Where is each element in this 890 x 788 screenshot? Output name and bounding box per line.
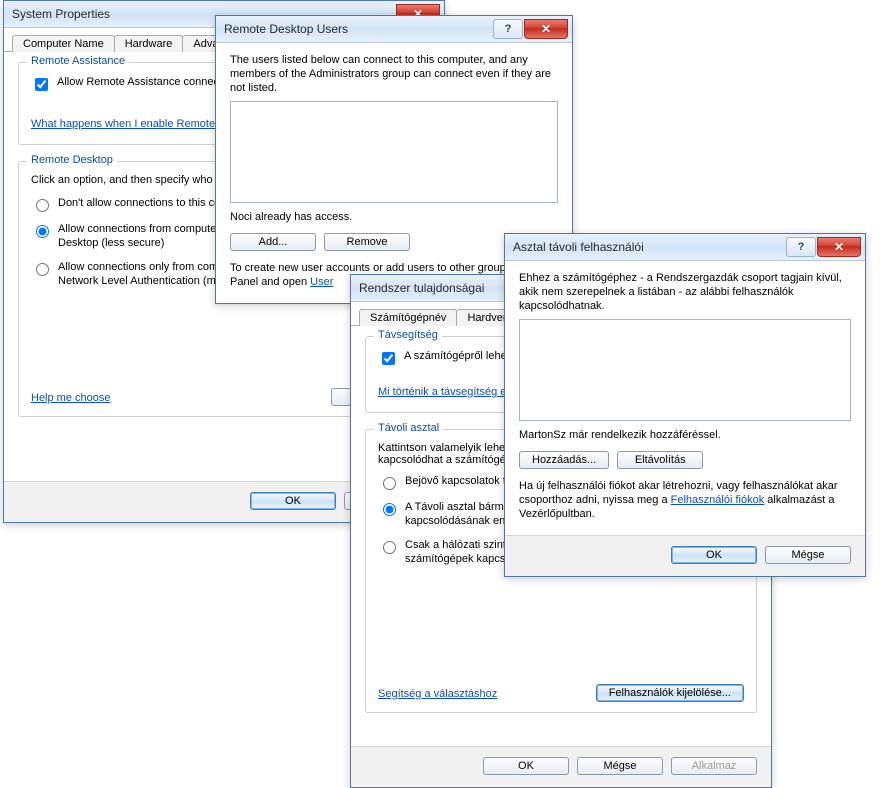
dialog-footer: OK Mégse Alkalmaz (351, 746, 771, 787)
megse-button[interactable]: Mégse (577, 757, 663, 775)
radio-allow-more-secure[interactable] (36, 263, 49, 276)
radio-bejovo-tiltas[interactable] (383, 477, 396, 490)
close-icon: ✕ (834, 240, 844, 254)
user-accounts-link[interactable]: User (310, 276, 333, 288)
radio-dont-allow[interactable] (36, 199, 49, 212)
user-listbox[interactable] (519, 319, 851, 421)
radio-biztonsagosabb[interactable] (383, 541, 396, 554)
remove-button[interactable]: Remove (324, 233, 410, 251)
alkalmaz-button[interactable]: Alkalmaz (671, 757, 757, 775)
ok-button[interactable]: OK (250, 492, 336, 510)
ok-button[interactable]: OK (671, 546, 757, 564)
tavsegitseg-checkbox[interactable] (382, 352, 395, 365)
group-legend: Remote Assistance (27, 55, 129, 67)
titlebar[interactable]: Remote Desktop Users ? ✕ (216, 16, 572, 43)
user-listbox[interactable] (230, 101, 558, 203)
close-button[interactable]: ✕ (817, 237, 861, 257)
help-button[interactable]: ? (786, 237, 816, 257)
allow-remote-assistance-checkbox[interactable] (35, 78, 48, 91)
window-title: Asztal távoli felhasználói (513, 240, 785, 254)
access-text: MartonSz már rendelkezik hozzáféréssel. (519, 429, 851, 441)
help-button[interactable]: ? (493, 19, 523, 39)
create-users-text-2: Panel and open (230, 276, 310, 288)
help-icon: ? (798, 241, 805, 253)
help-me-choose-link[interactable]: Help me choose (31, 392, 111, 404)
ok-button[interactable]: OK (483, 757, 569, 775)
add-button[interactable]: Add... (230, 233, 316, 251)
eltavolitas-button[interactable]: Eltávolítás (617, 451, 703, 469)
help-icon: ? (505, 23, 512, 35)
group-legend: Távoli asztal (374, 422, 443, 434)
asztal-tavoli-felhasznaloi-window: Asztal távoli felhasználói ? ✕ Ehhez a s… (504, 233, 866, 577)
create-users-text-1: To create new user accounts or add users… (230, 262, 514, 274)
segitseg-link[interactable]: Segítség a választáshoz (378, 688, 497, 700)
access-text: Noci already has access. (230, 211, 558, 223)
tab-hardware[interactable]: Hardware (114, 35, 184, 52)
tab-szamitogepnev[interactable]: Számítógépnév (359, 309, 457, 326)
window-title: Remote Desktop Users (224, 22, 492, 36)
radio-allow-less-secure[interactable] (36, 225, 49, 238)
intro-text: The users listed below can connect to th… (230, 53, 558, 95)
group-legend: Távsegítség (374, 329, 442, 341)
dialog-footer: OK Mégse (505, 535, 865, 576)
radio-kevesbe-biztonsagos[interactable] (383, 503, 396, 516)
hozzaadas-button[interactable]: Hozzáadás... (519, 451, 609, 469)
close-button[interactable]: ✕ (524, 19, 568, 39)
close-icon: ✕ (541, 22, 551, 36)
tab-computer-name[interactable]: Computer Name (12, 35, 115, 52)
felhasznaloi-fiokok-link[interactable]: Felhasználói fiókok (671, 494, 765, 506)
group-legend: Remote Desktop (27, 154, 117, 166)
intro-text: Ehhez a számítógéphez - a Rendszergazdák… (519, 271, 851, 313)
titlebar[interactable]: Asztal távoli felhasználói ? ✕ (505, 234, 865, 261)
megse-button[interactable]: Mégse (765, 546, 851, 564)
felhasznalok-kijelolese-button[interactable]: Felhasználók kijelölése... (596, 684, 744, 702)
